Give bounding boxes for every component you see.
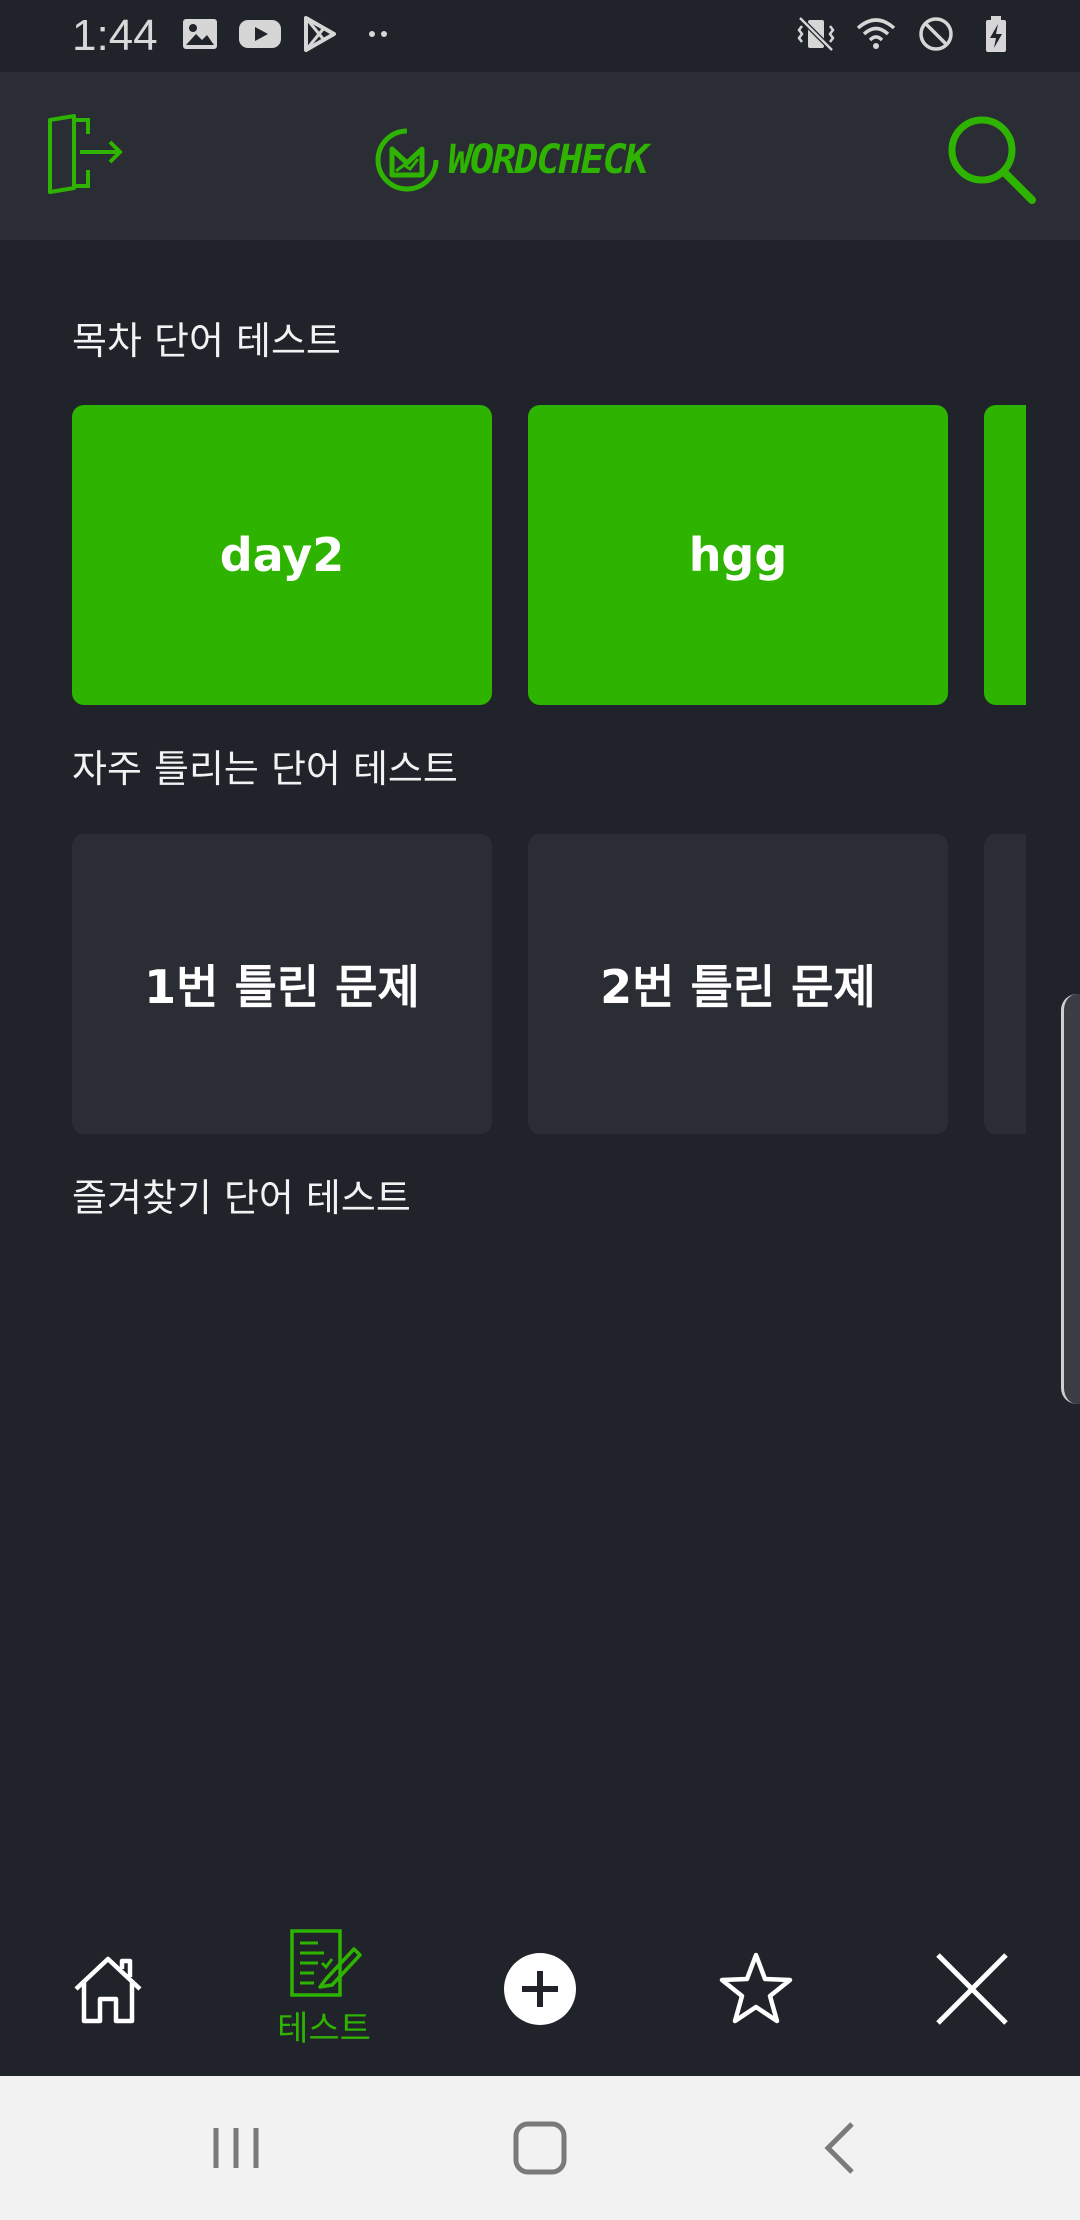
home-icon bbox=[74, 1956, 142, 2024]
scrollbar-handle[interactable] bbox=[1061, 994, 1080, 1404]
home-button-icon[interactable] bbox=[500, 2112, 580, 2184]
wrong-card-row[interactable]: 1번 틀린 문제 2번 틀린 문제 bbox=[72, 834, 1080, 1134]
bottom-nav: 테스트 bbox=[0, 1900, 1080, 2076]
system-nav-bar bbox=[0, 2076, 1080, 2220]
star-icon bbox=[719, 1952, 793, 2024]
app-bar: WORDCHECK bbox=[0, 72, 1080, 240]
nav-test-label: 테스트 bbox=[277, 2008, 371, 2049]
search-icon[interactable] bbox=[940, 108, 1040, 208]
wrong-card[interactable]: 1번 틀린 문제 bbox=[72, 834, 492, 1134]
toc-card-partial[interactable] bbox=[984, 405, 1026, 705]
do-not-disturb-icon bbox=[919, 17, 953, 51]
back-icon[interactable] bbox=[800, 2112, 880, 2184]
add-circle-icon bbox=[504, 1953, 576, 2025]
logo-text: WORDCHECK bbox=[448, 137, 649, 183]
exit-door-icon[interactable] bbox=[44, 114, 128, 198]
section-title-wrong: 자주 틀리는 단어 테스트 bbox=[72, 747, 458, 791]
nav-close[interactable] bbox=[892, 1914, 1052, 2064]
toc-card[interactable]: day2 bbox=[72, 405, 492, 705]
section-title-toc: 목차 단어 테스트 bbox=[72, 319, 341, 363]
screen: 1:44 WORDCHECK 목차 단어 테스트 day2 hgg 자주 틀리는… bbox=[0, 0, 1080, 2220]
nav-favorites[interactable] bbox=[676, 1914, 836, 2064]
toc-card[interactable]: hgg bbox=[528, 405, 948, 705]
vibrate-icon bbox=[797, 16, 835, 52]
status-time: 1:44 bbox=[72, 11, 158, 60]
wrong-card-partial[interactable] bbox=[984, 834, 1026, 1134]
wrong-card[interactable]: 2번 틀린 문제 bbox=[528, 834, 948, 1134]
status-left-icons bbox=[180, 14, 398, 54]
app-logo: WORDCHECK bbox=[374, 120, 649, 200]
section-title-favorites: 즐겨찾기 단어 테스트 bbox=[72, 1176, 411, 1220]
test-checklist-icon bbox=[290, 1928, 362, 1997]
status-bar: 1:44 bbox=[0, 0, 1080, 72]
wifi-icon bbox=[856, 18, 896, 49]
image-icon bbox=[183, 19, 217, 49]
youtube-icon bbox=[239, 20, 281, 48]
recent-apps-icon[interactable] bbox=[196, 2112, 276, 2184]
play-store-icon bbox=[304, 16, 336, 52]
more-dots-icon bbox=[369, 31, 387, 37]
nav-test[interactable]: 테스트 bbox=[244, 1914, 404, 2064]
status-right-icons bbox=[796, 14, 1016, 54]
nav-add[interactable] bbox=[460, 1914, 620, 2064]
nav-home[interactable] bbox=[28, 1914, 188, 2064]
logo-mark-icon bbox=[375, 128, 439, 192]
toc-card-row[interactable]: day2 hgg bbox=[72, 405, 1080, 705]
close-icon bbox=[936, 1953, 1008, 2025]
battery-charging-icon bbox=[986, 16, 1006, 52]
